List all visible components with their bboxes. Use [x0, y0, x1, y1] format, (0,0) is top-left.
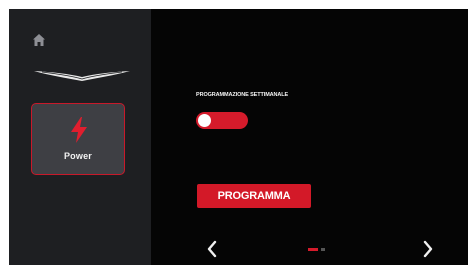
power-tile[interactable]: Power: [31, 103, 125, 175]
page-indicator: [308, 248, 325, 251]
home-icon: [33, 34, 45, 46]
chevron-right-icon[interactable]: [422, 240, 434, 258]
home-button[interactable]: [30, 31, 48, 49]
program-button[interactable]: PROGRAMMA: [197, 184, 311, 208]
lightning-bolt-icon: [71, 117, 87, 143]
weekly-schedule-toggle[interactable]: [196, 112, 248, 129]
screen: Power PROGRAMMAZIONE SETTIMANALE PROGRAM…: [9, 9, 468, 265]
page-dot: [321, 248, 325, 251]
page-dot-active: [308, 248, 318, 251]
winged-logo-icon: [34, 71, 130, 81]
chevron-left-icon[interactable]: [206, 240, 218, 258]
power-tile-label: Power: [63, 151, 92, 161]
weekly-schedule-label: PROGRAMMAZIONE SETTIMANALE: [196, 92, 289, 98]
sidebar: Power: [9, 9, 151, 265]
toggle-knob: [198, 114, 211, 127]
